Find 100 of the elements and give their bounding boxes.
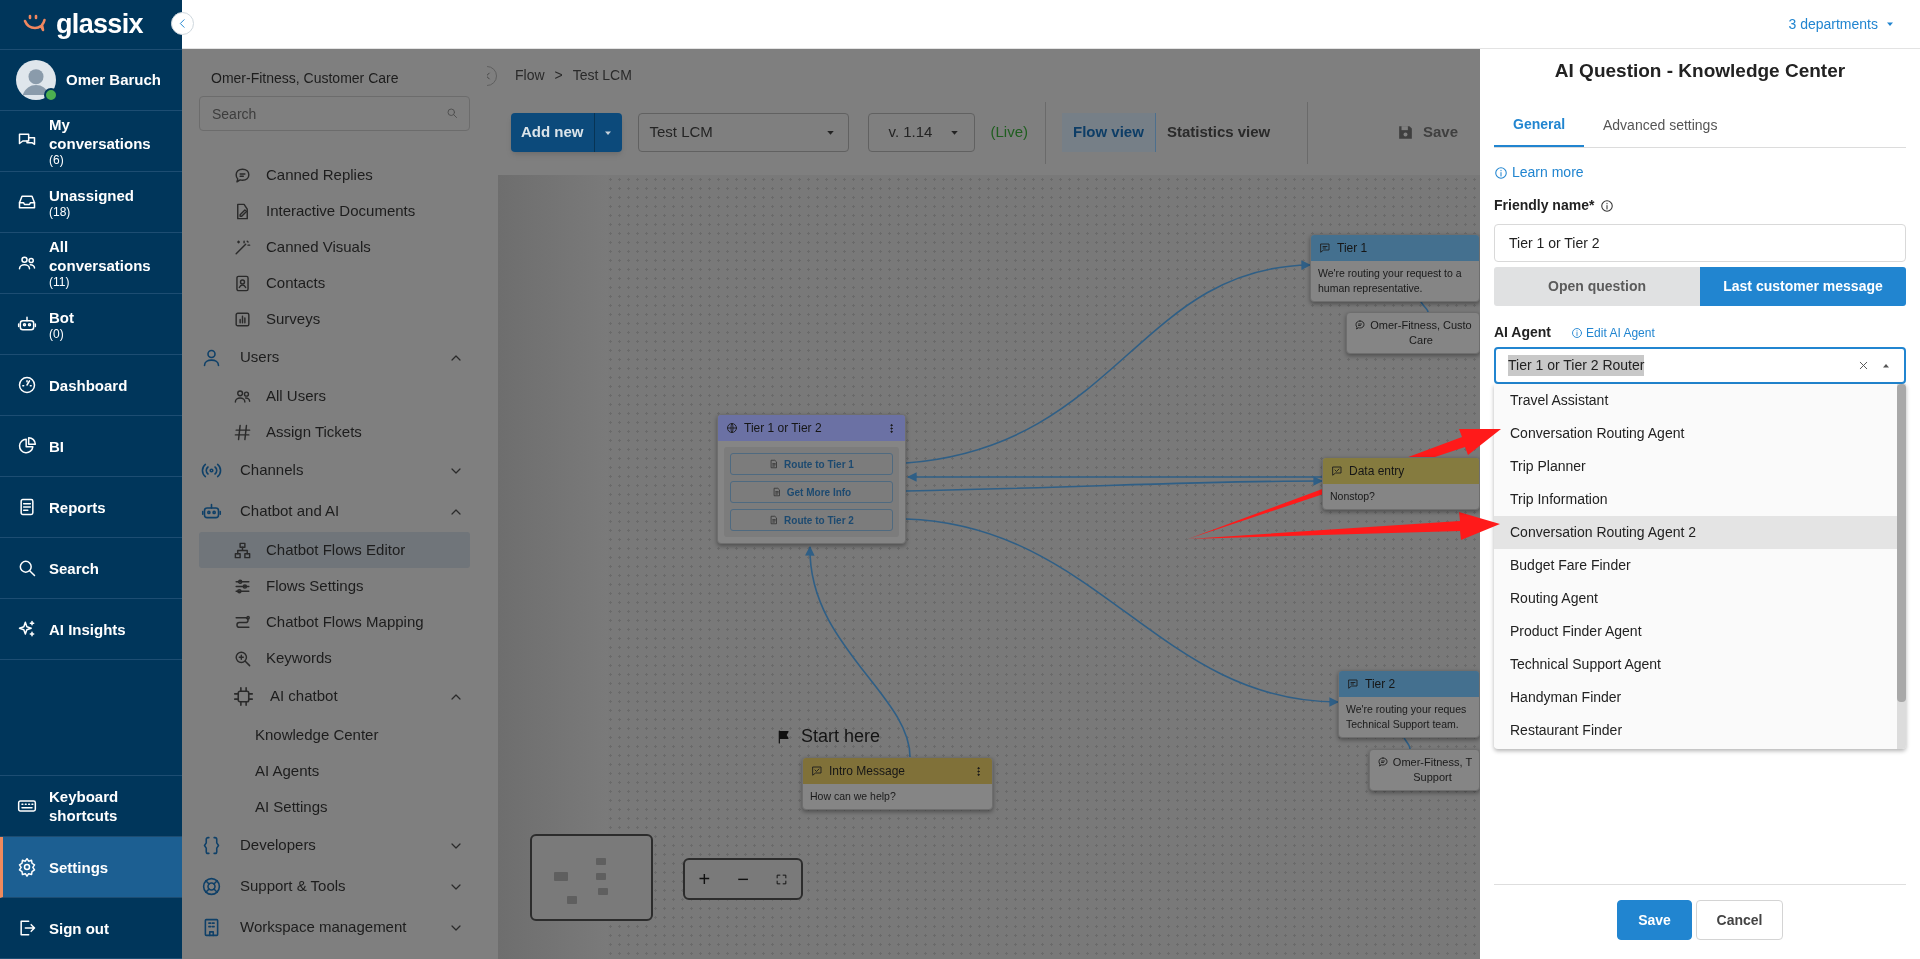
- menu-item[interactable]: Canned Replies: [199, 157, 470, 193]
- flow-node[interactable]: Tier 2 We're routing your reques Technical Support team.: [1338, 670, 1480, 738]
- node-title: Tier 1 or Tier 2: [744, 420, 823, 437]
- nav-item[interactable]: Settings: [0, 837, 182, 898]
- assignment-text: Omer-Fitness, T Support: [1392, 755, 1473, 785]
- speech-bubble-icon: [1376, 756, 1389, 768]
- minimap[interactable]: [530, 834, 653, 921]
- submenu-toggle[interactable]: AI chatbot: [199, 676, 470, 717]
- dropdown-option[interactable]: Travel Assistant: [1494, 384, 1897, 417]
- menu-item[interactable]: Flows Settings: [199, 568, 470, 604]
- hash-icon: [233, 422, 252, 442]
- menu-item[interactable]: All Users: [199, 378, 470, 414]
- avatar: [16, 60, 56, 100]
- menu-item[interactable]: AI Settings: [199, 789, 470, 825]
- user-name: Omer Baruch: [66, 69, 162, 90]
- menu-section[interactable]: Developers: [199, 825, 470, 866]
- menu-item[interactable]: Chatbot Flows Editor: [199, 532, 470, 568]
- dropdown-button[interactable]: [593, 113, 622, 152]
- name-field[interactable]: Tier 1 or Tier 2: [1494, 224, 1906, 262]
- search-icon: [17, 558, 37, 578]
- info-icon: [1600, 198, 1615, 213]
- globe-icon: [726, 422, 738, 434]
- tray-icon: [17, 192, 37, 212]
- cancel-button[interactable]: Cancel: [1696, 900, 1783, 940]
- assignment-card[interactable]: Omer-Fitness, T Support: [1369, 749, 1480, 791]
- node-message: How can we help?: [809, 789, 897, 804]
- toggle-option[interactable]: Last customer message: [1700, 267, 1906, 306]
- menu-section[interactable]: Workspace management: [199, 907, 470, 948]
- menu-item[interactable]: AI Agents: [199, 753, 470, 789]
- field-label: AI Agent: [1494, 323, 1552, 342]
- document-icon: [769, 459, 780, 469]
- sign-out-icon: [17, 918, 37, 938]
- menu-section[interactable]: Support & Tools: [199, 866, 470, 907]
- node-message: Nonstop?: [1329, 489, 1376, 504]
- message-check-icon: [1331, 465, 1343, 477]
- toggle-option[interactable]: Open question: [1494, 267, 1700, 306]
- add-new-button[interactable]: Add new: [511, 113, 594, 152]
- clear-icon[interactable]: [1857, 359, 1870, 372]
- zoom-in-icon: [233, 648, 252, 668]
- menu-item[interactable]: Interactive Documents: [199, 193, 470, 229]
- edit-agent-link[interactable]: Edit AI Agent: [1571, 323, 1655, 342]
- chip-icon: [233, 686, 254, 707]
- view-tab[interactable]: Statistics view: [1155, 113, 1282, 152]
- menu-item[interactable]: Assign Tickets: [199, 414, 470, 450]
- version-select[interactable]: v. 1.14: [867, 113, 975, 152]
- brand-name: glassix: [56, 8, 143, 42]
- learn-more-link[interactable]: Learn more: [1494, 162, 1584, 183]
- breadcrumb-link[interactable]: Flow: [515, 64, 545, 86]
- node-message: We're routing your reques Technical Support team.: [1345, 702, 1468, 732]
- route-button[interactable]: Route to Tier 1: [730, 453, 893, 475]
- tab[interactable]: Advanced settings: [1584, 104, 1737, 147]
- zoom-in-button[interactable]: +: [692, 864, 717, 894]
- node-title: Tier 1: [1337, 240, 1369, 257]
- view-tab[interactable]: Flow view: [1062, 113, 1156, 152]
- settings-icon: [17, 857, 37, 877]
- route-button[interactable]: Route to Tier 2: [730, 509, 893, 531]
- flow-node[interactable]: Data entry Nonstop?: [1322, 457, 1480, 510]
- tab[interactable]: General: [1494, 104, 1584, 147]
- document-icon: [771, 487, 782, 497]
- select-value: Tier 1 or Tier 2 Router: [1508, 355, 1645, 376]
- status-label: (Live): [990, 122, 1028, 143]
- flag-icon: [776, 728, 792, 745]
- person-icon: [201, 347, 222, 368]
- breadcrumb-current: Test LCM: [572, 65, 632, 85]
- menu-section[interactable]: Channels: [199, 450, 470, 491]
- braces-icon: [201, 835, 222, 856]
- node-title: Tier 2: [1365, 676, 1397, 693]
- menu-item[interactable]: Canned Visuals: [199, 229, 470, 265]
- search-field[interactable]: Search: [199, 96, 470, 131]
- menu-item[interactable]: Knowledge Center: [199, 717, 470, 753]
- menu-item[interactable]: Chatbot Flows Mapping: [199, 604, 470, 640]
- zoom-out-button[interactable]: −: [731, 864, 755, 894]
- flow-node[interactable]: Tier 1 or Tier 2 Route to Tier 1 Get More Info Route to Tier 2: [717, 414, 906, 544]
- menu-section[interactable]: Chatbot and AI: [199, 491, 470, 532]
- sparkles-icon: [17, 619, 37, 639]
- flow-node[interactable]: Intro Message How can we help?: [802, 757, 993, 810]
- flow-select[interactable]: Test LCM: [637, 113, 849, 152]
- info-icon: [1571, 326, 1584, 339]
- assignment-card[interactable]: Omer-Fitness, Custo Care: [1346, 312, 1480, 354]
- menu-section[interactable]: Users: [199, 337, 470, 378]
- departments-dropdown[interactable]: 3 departments: [1788, 13, 1896, 35]
- node-title: Intro Message: [829, 763, 907, 780]
- lifebuoy-icon: [201, 876, 222, 897]
- start-label: Start here: [801, 725, 881, 748]
- speech-bubble-icon: [1354, 319, 1367, 331]
- route-button[interactable]: Get More Info: [730, 481, 893, 503]
- save-button[interactable]: Save: [1617, 900, 1692, 940]
- people-icon: [17, 253, 37, 273]
- flow-node[interactable]: Tier 1 We're routing your request to a human representative.: [1310, 234, 1480, 302]
- dropdown-option[interactable]: Conversation Routing Agent 2: [1494, 516, 1897, 549]
- field-label: Friendly name*: [1494, 196, 1595, 215]
- menu-item[interactable]: Keywords: [199, 640, 470, 676]
- document-icon: [17, 497, 37, 517]
- workspace-name: Omer-Fitness, Customer Care: [210, 69, 400, 88]
- bar-chart-icon: [233, 309, 252, 329]
- message-check-icon: [811, 765, 823, 777]
- menu-item[interactable]: Surveys: [199, 301, 470, 337]
- scrollbar[interactable]: [1897, 384, 1906, 749]
- menu-item[interactable]: Contacts: [199, 265, 470, 301]
- gauge-icon: [17, 375, 37, 395]
